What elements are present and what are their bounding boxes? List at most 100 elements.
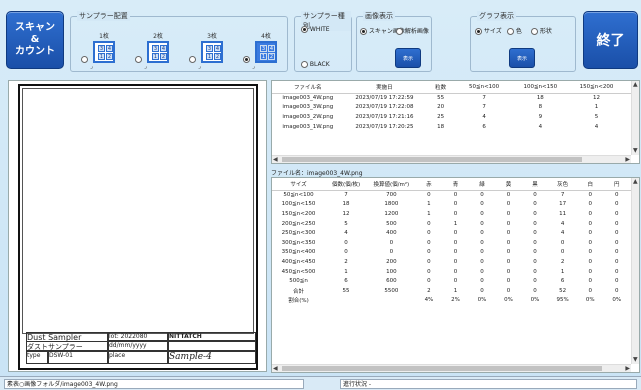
scroll-thumb[interactable] — [282, 366, 602, 371]
sampler-layout-title: サンプラー配置 — [77, 11, 130, 21]
column-header[interactable]: 緑 — [468, 178, 496, 191]
cell: 5500 — [384, 287, 399, 294]
cell: 6 — [482, 123, 486, 130]
sampler-option-label: 4枚 — [261, 33, 271, 40]
detail-table: サイズ 個数(個/枚) 換算値(個/m²) 赤 青 緑 黄 黒 灰色 白 円 5… — [272, 178, 639, 305]
dust-sampler-sheet: Dust Sampler ダストサンプラー lot: 2022080 NITTA… — [18, 84, 258, 370]
column-header[interactable]: 50≦n<100 — [455, 81, 513, 94]
column-header[interactable]: 灰色 — [548, 178, 577, 191]
cell: 0 — [480, 239, 484, 246]
scroll-right-icon[interactable]: ▶ — [625, 156, 630, 163]
white-radio[interactable] — [301, 26, 308, 33]
column-header[interactable]: 100≦n<150 — [512, 81, 569, 94]
table-row[interactable]: 150≦n<200 12 1200 1 0 0 0 0 11 0 0 — [272, 209, 639, 219]
column-header[interactable]: ファイル名 — [272, 81, 344, 94]
scroll-left-icon[interactable]: ◀ — [273, 156, 278, 163]
scan-image-radio[interactable] — [360, 28, 367, 35]
table-row[interactable]: image003_2W.png 2023/07/19 17:21:16 25 4 9 5 — [272, 112, 639, 122]
table-row[interactable]: image003_4W.png 2023/07/19 17:22:59 55 7 18 1… — [272, 93, 639, 103]
white-option[interactable]: WHITE — [301, 26, 330, 33]
analysis-image-radio[interactable] — [396, 28, 403, 35]
cell: 20 — [437, 104, 445, 111]
sampler-option-2[interactable]: 2枚 3 4 1 2 ⌟ — [135, 31, 181, 70]
sampler-radio-4[interactable] — [243, 56, 250, 63]
scroll-up-icon[interactable]: ▲ — [633, 81, 638, 89]
column-header[interactable]: 黒 — [521, 178, 549, 191]
cell: 2023/07/19 17:22:59 — [355, 95, 414, 102]
analysis-image-option[interactable]: 解析画像 — [396, 26, 429, 35]
column-header[interactable]: 150≦n<200 — [568, 81, 625, 94]
graph-size-radio[interactable] — [475, 28, 482, 35]
table-row[interactable]: 割合(%) 4% 2% 0% 0% 0% 95% 0% 0% — [272, 296, 639, 306]
file-list-grid[interactable]: ファイル名 実施日 粒数 50≦n<100 100≦n<150 150≦n<20… — [271, 80, 640, 164]
graph-color-radio[interactable] — [507, 28, 514, 35]
cell: 0 — [389, 249, 394, 256]
scan-and-count-button[interactable]: スキャン & カウント — [6, 11, 64, 69]
graph-shape-option[interactable]: 形状 — [531, 26, 552, 35]
scroll-down-icon[interactable]: ▼ — [633, 356, 638, 364]
graph-size-option[interactable]: サイズ — [475, 26, 502, 35]
column-header[interactable]: 黄 — [495, 178, 522, 191]
scroll-left-icon[interactable]: ◀ — [273, 365, 278, 372]
cell — [367, 296, 416, 306]
cell: 9 — [538, 113, 543, 120]
status-bar: 素表○画像フォルダ/image003_4W.png 進行状況 - — [0, 376, 641, 390]
column-header[interactable]: 換算値(個/m²) — [367, 178, 416, 191]
table-row[interactable]: image003_1W.png 2023/07/19 17:20:25 18 6 4 4 — [272, 122, 639, 132]
file-list-vscroll[interactable]: ▲ ▼ — [631, 81, 639, 155]
cell: 0 — [453, 210, 458, 217]
table-row[interactable]: 100≦n<150 18 1800 1 0 0 0 0 17 0 0 — [272, 200, 639, 210]
sampler-radio-1[interactable] — [81, 56, 88, 63]
black-radio[interactable] — [301, 61, 308, 68]
black-option[interactable]: BLACK — [301, 61, 330, 68]
cell: 4 — [560, 220, 565, 227]
cell: 0 — [588, 268, 592, 275]
exit-button[interactable]: 終了 — [583, 11, 638, 69]
sampler-option-3[interactable]: 3枚 3 4 1 2 ⌟ — [189, 31, 235, 70]
sampler-radio-3[interactable] — [189, 56, 196, 63]
column-header[interactable]: 赤 — [415, 178, 443, 191]
graph-color-option[interactable]: 色 — [507, 26, 522, 35]
detail-grid[interactable]: サイズ 個数(個/枚) 換算値(個/m²) 赤 青 緑 黄 黒 灰色 白 円 5… — [271, 177, 640, 373]
sampler-layout-group: サンプラー配置 1枚 3 4 1 2 ⌟ 2枚 3 4 1 2 ⌟ 3枚 3 4… — [70, 11, 289, 72]
detail-hscroll[interactable]: ◀ ▶ — [272, 364, 631, 372]
image-view-button[interactable]: 表示 — [395, 48, 421, 68]
cell: 4 — [106, 45, 113, 52]
sampler-option-label: 1枚 — [99, 33, 109, 40]
column-header[interactable]: 円 — [603, 178, 631, 191]
file-list-hscroll[interactable]: ◀ ▶ — [272, 155, 631, 163]
table-row[interactable]: 合計 55 5500 2 1 0 0 0 52 0 0 — [272, 286, 639, 296]
table-row[interactable]: 400≦n<450 2 200 0 0 0 0 0 2 0 0 — [272, 257, 639, 267]
column-header[interactable]: 個数(個/枚) — [325, 178, 368, 191]
sampler-option-4[interactable]: 4枚 3 4 1 2 ⌟ — [243, 31, 289, 70]
cell: 18 — [342, 201, 350, 208]
column-header[interactable]: 白 — [576, 178, 604, 191]
table-row[interactable]: image003_3W.png 2023/07/19 17:22:08 20 7 8 1 — [272, 103, 639, 113]
column-header[interactable]: サイズ — [272, 178, 326, 191]
cell: 7 — [482, 104, 486, 111]
table-row[interactable]: 300≦n<350 0 0 0 0 0 0 0 0 0 0 — [272, 238, 639, 248]
table-row[interactable]: 350≦n<400 0 0 0 0 0 0 0 0 0 0 — [272, 248, 639, 258]
table-row[interactable]: 250≦n<300 4 400 0 0 0 0 0 4 0 0 — [272, 228, 639, 238]
cell: 3 — [206, 45, 213, 52]
table-row[interactable]: 50≦n<100 7 700 0 0 0 0 0 7 0 0 — [272, 190, 639, 200]
sampler-radio-2[interactable] — [135, 56, 142, 63]
graph-shape-radio[interactable] — [531, 28, 538, 35]
column-header[interactable]: 青 — [442, 178, 469, 191]
detail-vscroll[interactable]: ▲ ▼ — [631, 178, 639, 364]
table-row[interactable]: 450≦n<500 1 100 0 0 0 0 0 1 0 0 — [272, 267, 639, 277]
column-header[interactable]: 粒数 — [425, 81, 456, 94]
cell: 0 — [427, 258, 431, 265]
cell: 0 — [480, 287, 484, 294]
corner-mark-icon: ⌟ — [252, 63, 255, 70]
graph-view-button[interactable]: 表示 — [509, 48, 535, 68]
table-row[interactable]: 200≦n<250 5 500 0 1 0 0 0 4 0 0 — [272, 219, 639, 229]
scroll-up-icon[interactable]: ▲ — [633, 178, 638, 186]
scroll-down-icon[interactable]: ▼ — [633, 147, 638, 155]
table-row[interactable]: 500≦n 6 600 0 0 0 0 0 6 0 0 — [272, 276, 639, 286]
cell: 0 — [615, 239, 619, 246]
column-header[interactable]: 実施日 — [343, 81, 426, 94]
scroll-thumb[interactable] — [282, 157, 582, 162]
sampler-option-1[interactable]: 1枚 3 4 1 2 ⌟ — [81, 31, 127, 70]
scroll-right-icon[interactable]: ▶ — [625, 365, 630, 372]
